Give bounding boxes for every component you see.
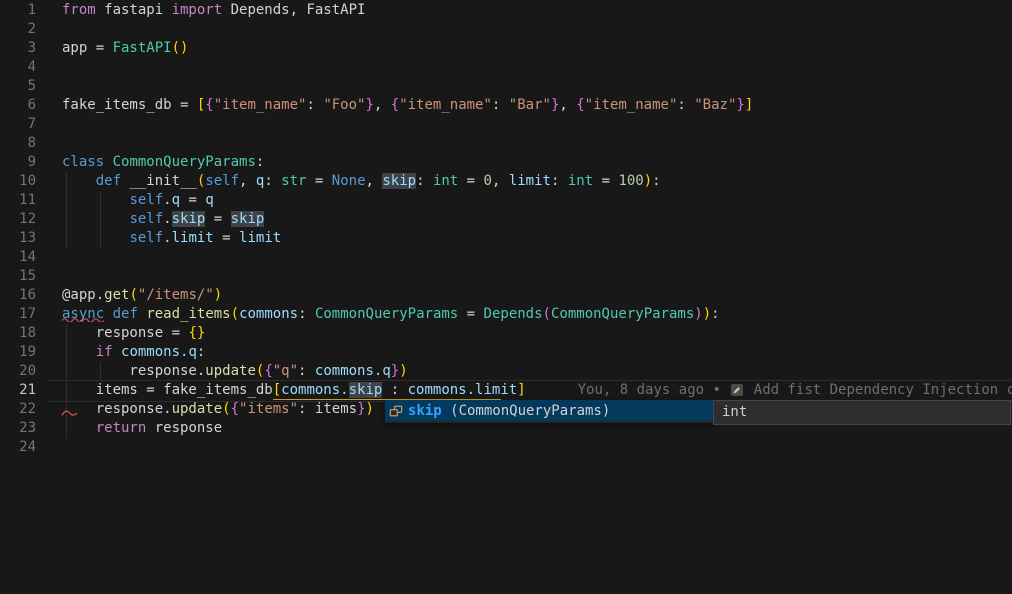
code-line-content: class CommonQueryParams: xyxy=(62,154,264,170)
code-line[interactable]: 19 if commons.q: xyxy=(0,343,1012,362)
line-number[interactable]: 20 xyxy=(0,362,36,381)
code-line-content: if commons.q: xyxy=(62,344,205,360)
line-number[interactable]: 16 xyxy=(0,286,36,305)
line-number[interactable]: 11 xyxy=(0,191,36,210)
line-number[interactable]: 3 xyxy=(0,39,36,58)
line-number[interactable]: 23 xyxy=(0,419,36,438)
code-line[interactable]: 15 xyxy=(0,267,1012,286)
line-number[interactable]: 21 xyxy=(0,381,36,400)
code-line-content: response.update({"items": items}) xyxy=(62,401,374,417)
line-number[interactable]: 19 xyxy=(0,343,36,362)
code-line[interactable]: 17 async def read_items(commons: CommonQu… xyxy=(0,305,1012,324)
line-number[interactable]: 9 xyxy=(0,153,36,172)
pencil-icon xyxy=(731,384,743,396)
line-number[interactable]: 8 xyxy=(0,134,36,153)
git-blame-annotation: You, 8 days ago • xyxy=(578,382,730,398)
line-number[interactable]: 4 xyxy=(0,58,36,77)
code-line-content: fake_items_db = [{"item_name": "Foo"}, {… xyxy=(62,97,753,113)
code-line[interactable]: 20 response.update({"q": commons.q}) xyxy=(0,362,1012,381)
code-line-content: items = fake_items_db[commons.skip : com… xyxy=(62,382,1012,398)
code-line[interactable]: 21 items = fake_items_db[commons.skip : … xyxy=(0,381,1012,400)
line-number[interactable]: 7 xyxy=(0,115,36,134)
field-icon xyxy=(388,403,404,419)
code-line[interactable]: 24 xyxy=(0,438,1012,457)
code-line-content: app = FastAPI() xyxy=(62,40,188,56)
line-number[interactable]: 12 xyxy=(0,210,36,229)
line-number[interactable]: 15 xyxy=(0,267,36,286)
code-line-content: response.update({"q": commons.q}) xyxy=(62,363,408,379)
line-number[interactable]: 24 xyxy=(0,438,36,457)
suggest-item-signature: (CommonQueryParams) xyxy=(442,403,611,419)
code-line[interactable]: 7 xyxy=(0,115,1012,134)
line-number[interactable]: 17 xyxy=(0,305,36,324)
error-squiggle-async xyxy=(62,317,106,322)
code-line-content: async def read_items(commons: CommonQuer… xyxy=(62,306,720,322)
code-line-content: self.skip = skip xyxy=(62,211,264,227)
code-line[interactable]: 5 xyxy=(0,77,1012,96)
line-number[interactable]: 18 xyxy=(0,324,36,343)
code-line[interactable]: 16 @app.get("/items/") xyxy=(0,286,1012,305)
code-line[interactable]: 13 self.limit = limit xyxy=(0,229,1012,248)
code-line-content: def __init__(self, q: str = None, skip: … xyxy=(62,173,661,189)
line-number[interactable]: 5 xyxy=(0,77,36,96)
code-line[interactable]: 4 xyxy=(0,58,1012,77)
code-line[interactable]: 3 app = FastAPI() xyxy=(0,39,1012,58)
suggest-item-skip[interactable]: skip (CommonQueryParams) xyxy=(385,400,713,421)
suggest-detail-text: int xyxy=(722,404,747,420)
code-line-content: response = {} xyxy=(62,325,205,341)
code-line-content: from fastapi import Depends, FastAPI xyxy=(62,2,365,18)
code-line-content: self.q = q xyxy=(62,192,214,208)
git-blame-annotation: Add fist Dependency Injection c xyxy=(745,382,1012,398)
code-line-content: self.limit = limit xyxy=(62,230,281,246)
line-number[interactable]: 6 xyxy=(0,96,36,115)
suggest-item-label: skip xyxy=(408,403,442,419)
code-line-content: @app.get("/items/") xyxy=(62,287,222,303)
code-line-content: return response xyxy=(62,420,222,436)
error-squiggle-line22 xyxy=(61,409,79,417)
code-line[interactable]: 8 xyxy=(0,134,1012,153)
code-line[interactable]: 1 from fastapi import Depends, FastAPI xyxy=(0,1,1012,20)
line-number[interactable]: 10 xyxy=(0,172,36,191)
suggest-detail-pane: int xyxy=(713,400,1011,425)
code-line[interactable]: 6 fake_items_db = [{"item_name": "Foo"}, … xyxy=(0,96,1012,115)
code-editor[interactable]: 1 from fastapi import Depends, FastAPI 23 a… xyxy=(0,0,1012,594)
line-number[interactable]: 1 xyxy=(0,1,36,20)
line-number[interactable]: 2 xyxy=(0,20,36,39)
code-line[interactable]: 2 xyxy=(0,20,1012,39)
code-line[interactable]: 14 xyxy=(0,248,1012,267)
line-number[interactable]: 14 xyxy=(0,248,36,267)
line-number[interactable]: 13 xyxy=(0,229,36,248)
suggest-widget: skip (CommonQueryParams) xyxy=(385,400,713,423)
code-line[interactable]: 18 response = {} xyxy=(0,324,1012,343)
code-line[interactable]: 10 def __init__(self, q: str = None, ski… xyxy=(0,172,1012,191)
code-line[interactable]: 12 self.skip = skip xyxy=(0,210,1012,229)
code-line[interactable]: 9 class CommonQueryParams: xyxy=(0,153,1012,172)
code-line[interactable]: 11 self.q = q xyxy=(0,191,1012,210)
line-number[interactable]: 22 xyxy=(0,400,36,419)
